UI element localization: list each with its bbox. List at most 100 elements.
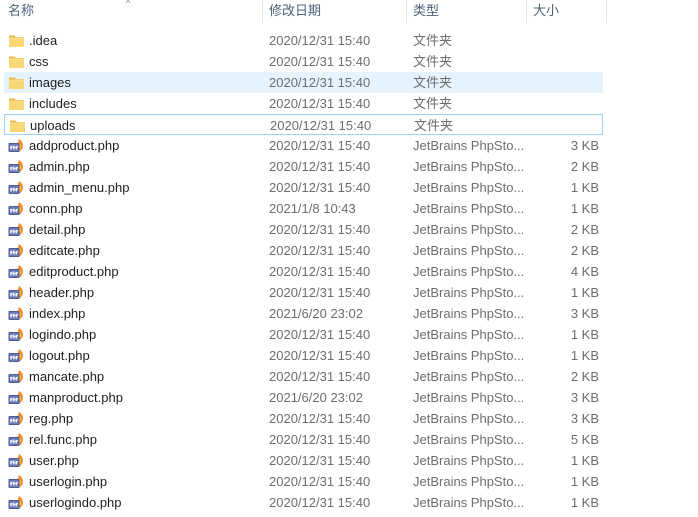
file-type: JetBrains PhpSto... [413, 306, 525, 321]
file-row[interactable]: manproduct.php 2021/6/20 23:02 JetBrains P… [4, 387, 603, 408]
file-date: 2020/12/31 15:40 [269, 411, 371, 426]
column-header-date[interactable]: 修改日期 [269, 0, 321, 23]
column-divider[interactable] [526, 0, 527, 23]
file-size: 3 KB [570, 411, 599, 426]
file-type: 文件夹 [414, 118, 454, 133]
file-size: 4 KB [570, 264, 599, 279]
php-file-icon [8, 390, 25, 405]
file-size: 1 KB [570, 453, 599, 468]
php-file-icon [8, 243, 25, 258]
file-size: 2 KB [570, 243, 599, 258]
file-size: 1 KB [570, 285, 599, 300]
file-type: JetBrains PhpSto... [413, 159, 525, 174]
file-row[interactable]: addproduct.php 2020/12/31 15:40 JetBrains … [4, 135, 603, 156]
file-size: 3 KB [570, 306, 599, 321]
file-row[interactable]: .idea 2020/12/31 15:40 文件夹 [4, 30, 603, 51]
column-header: ^ 名称 修改日期 类型 大小 [0, 0, 607, 23]
file-name: logout.php [29, 348, 90, 363]
file-row[interactable]: editproduct.php 2020/12/31 15:40 JetBrains… [4, 261, 603, 282]
php-file-icon [8, 180, 25, 195]
php-file-icon [8, 264, 25, 279]
file-date: 2020/12/31 15:40 [269, 159, 371, 174]
file-row[interactable]: admin_menu.php 2020/12/31 15:40 JetBrains … [4, 177, 603, 198]
file-type: JetBrains PhpSto... [413, 432, 525, 447]
file-type: JetBrains PhpSto... [413, 453, 525, 468]
folder-icon [9, 118, 26, 133]
file-type: JetBrains PhpSto... [413, 243, 525, 258]
file-type: 文件夹 [413, 96, 453, 111]
file-row[interactable]: rel.func.php 2020/12/31 15:40 JetBrains Ph… [4, 429, 603, 450]
file-date: 2020/12/31 15:40 [269, 180, 371, 195]
folder-icon [8, 33, 25, 48]
file-size: 2 KB [570, 369, 599, 384]
file-row[interactable]: admin.php 2020/12/31 15:40 JetBrains PhpSt… [4, 156, 603, 177]
file-row[interactable]: userlogin.php 2020/12/31 15:40 JetBrains P… [4, 471, 603, 492]
file-name: includes [29, 96, 77, 111]
php-file-icon [8, 432, 25, 447]
file-name: .idea [29, 33, 58, 48]
file-date: 2020/12/31 15:40 [269, 96, 371, 111]
file-date: 2020/12/31 15:40 [269, 285, 371, 300]
file-name: rel.func.php [29, 432, 97, 447]
file-name: editproduct.php [29, 264, 119, 279]
file-name: css [29, 54, 49, 69]
file-date: 2021/6/20 23:02 [269, 390, 363, 405]
folder-icon [8, 54, 25, 69]
php-file-icon [8, 201, 25, 216]
file-date: 2020/12/31 15:40 [270, 118, 372, 133]
file-size: 1 KB [570, 201, 599, 216]
file-name: reg.php [29, 411, 74, 426]
php-file-icon [8, 222, 25, 237]
file-date: 2020/12/31 15:40 [269, 495, 371, 510]
column-header-size[interactable]: 大小 [533, 0, 559, 23]
file-date: 2020/12/31 15:40 [269, 474, 371, 489]
file-size: 2 KB [570, 222, 599, 237]
file-size: 1 KB [570, 327, 599, 342]
file-row[interactable]: conn.php 2021/1/8 10:43 JetBrains PhpSto..… [4, 198, 603, 219]
file-row[interactable]: images 2020/12/31 15:40 文件夹 [4, 72, 603, 93]
file-name: detail.php [29, 222, 86, 237]
file-row[interactable]: user.php 2020/12/31 15:40 JetBrains PhpSto… [4, 450, 603, 471]
file-row[interactable]: mancate.php 2020/12/31 15:40 JetBrains Php… [4, 366, 603, 387]
file-size [529, 93, 599, 114]
file-row[interactable]: logindo.php 2020/12/31 15:40 JetBrains Php… [4, 324, 603, 345]
file-row[interactable]: detail.php 2020/12/31 15:40 JetBrains PhpS… [4, 219, 603, 240]
file-type: JetBrains PhpSto... [413, 411, 525, 426]
file-row[interactable]: userlogindo.php 2020/12/31 15:40 JetBrains… [4, 492, 603, 513]
file-date: 2020/12/31 15:40 [269, 327, 371, 342]
file-size: 3 KB [570, 138, 599, 153]
file-row[interactable]: editcate.php 2020/12/31 15:40 JetBrains Ph… [4, 240, 603, 261]
file-size [530, 115, 600, 136]
column-header-type[interactable]: 类型 [413, 0, 439, 23]
file-type: 文件夹 [413, 33, 453, 48]
file-type: JetBrains PhpSto... [413, 180, 525, 195]
file-name: index.php [29, 306, 86, 321]
file-type: JetBrains PhpSto... [413, 495, 525, 510]
file-name: uploads [30, 118, 76, 133]
file-type: JetBrains PhpSto... [413, 222, 525, 237]
file-date: 2020/12/31 15:40 [269, 243, 371, 258]
file-row[interactable]: includes 2020/12/31 15:40 文件夹 [4, 93, 603, 114]
file-type: JetBrains PhpSto... [413, 474, 525, 489]
file-size: 1 KB [570, 495, 599, 510]
column-header-name[interactable]: 名称 [8, 0, 34, 23]
php-file-icon [8, 159, 25, 174]
php-file-icon [8, 474, 25, 489]
file-row[interactable]: header.php 2020/12/31 15:40 JetBrains PhpS… [4, 282, 603, 303]
file-row[interactable]: reg.php 2020/12/31 15:40 JetBrains PhpSto.… [4, 408, 603, 429]
file-name: userlogindo.php [29, 495, 122, 510]
file-type: JetBrains PhpSto... [413, 327, 525, 342]
file-row[interactable]: index.php 2021/6/20 23:02 JetBrains PhpSto… [4, 303, 603, 324]
column-divider[interactable] [262, 0, 263, 23]
php-file-icon [8, 411, 25, 426]
column-divider[interactable] [606, 0, 607, 23]
file-type: JetBrains PhpSto... [413, 285, 525, 300]
file-row[interactable]: logout.php 2020/12/31 15:40 JetBrains PhpS… [4, 345, 603, 366]
file-row[interactable]: uploads 2020/12/31 15:40 文件夹 [4, 114, 603, 135]
file-row[interactable]: css 2020/12/31 15:40 文件夹 [4, 51, 603, 72]
php-file-icon [8, 453, 25, 468]
column-divider[interactable] [406, 0, 407, 23]
file-size: 2 KB [570, 159, 599, 174]
folder-icon [8, 75, 25, 90]
file-name: admin_menu.php [29, 180, 130, 195]
